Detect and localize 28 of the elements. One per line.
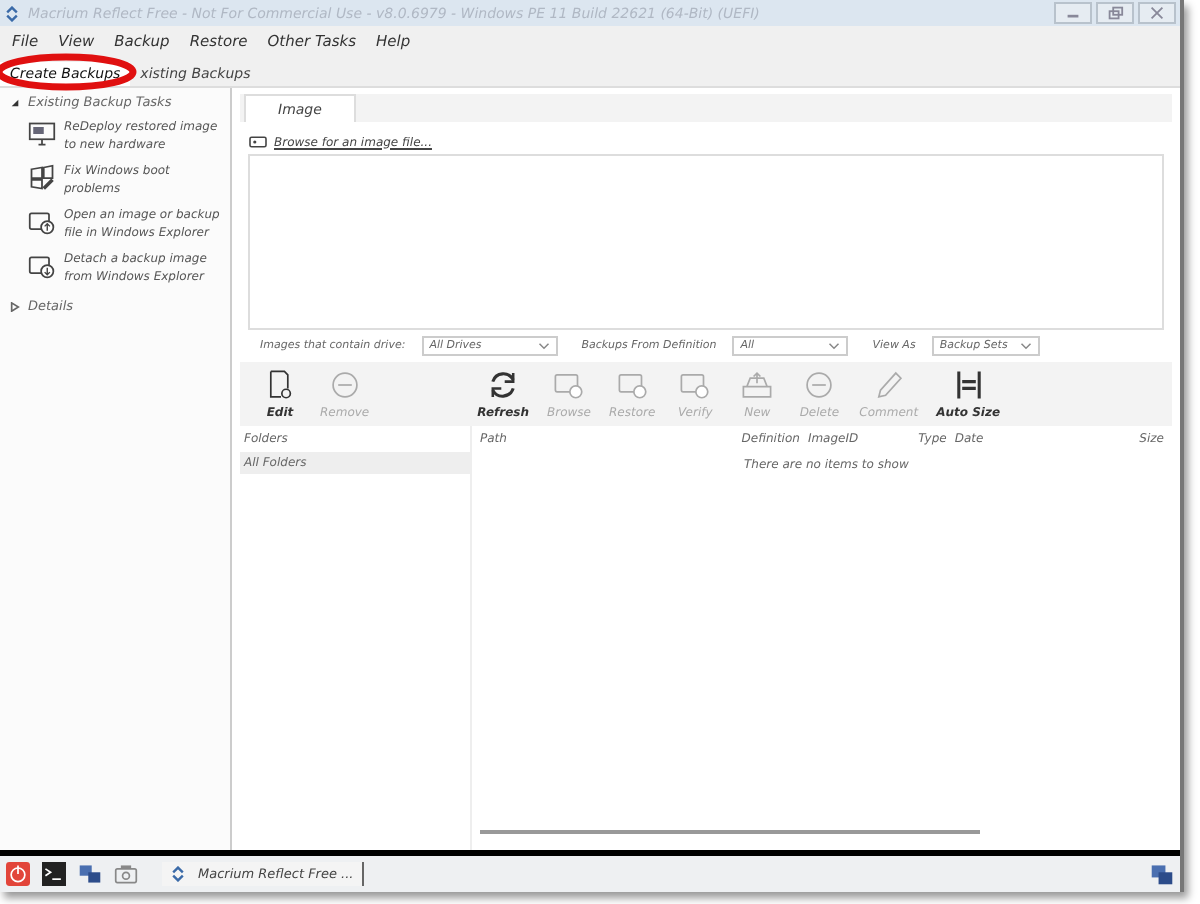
- column-width-icon: [951, 368, 986, 402]
- windows-repair-icon[interactable]: [28, 164, 56, 192]
- app-icon: [170, 866, 186, 882]
- drive-icon: [248, 134, 268, 150]
- drive-icon: [552, 368, 586, 402]
- chevron-down-icon: [537, 342, 550, 350]
- scrollbar[interactable]: [480, 830, 980, 834]
- power-icon[interactable]: [6, 862, 30, 886]
- monitor-icon[interactable]: [28, 120, 56, 148]
- drive-icon: [615, 368, 650, 402]
- app-icon: [4, 5, 20, 21]
- minus-circle-icon: [802, 368, 837, 402]
- chevron-down-icon: [828, 342, 841, 350]
- tray-icon: [740, 368, 775, 402]
- minus-circle-icon: [327, 368, 362, 402]
- close-button[interactable]: [1138, 2, 1176, 24]
- network-icon[interactable]: [1150, 862, 1174, 886]
- expand-icon[interactable]: [10, 301, 20, 311]
- minimize-button[interactable]: [1054, 2, 1092, 24]
- chevron-down-icon: [1019, 342, 1032, 350]
- network-icon[interactable]: [78, 862, 102, 886]
- collapse-icon[interactable]: [10, 97, 20, 107]
- close-icon: [1148, 4, 1166, 22]
- camera-icon[interactable]: [114, 862, 138, 886]
- restore-button[interactable]: [1096, 2, 1134, 24]
- drive-icon: [678, 368, 713, 402]
- restore-icon: [1106, 4, 1124, 22]
- console-icon[interactable]: [42, 862, 66, 886]
